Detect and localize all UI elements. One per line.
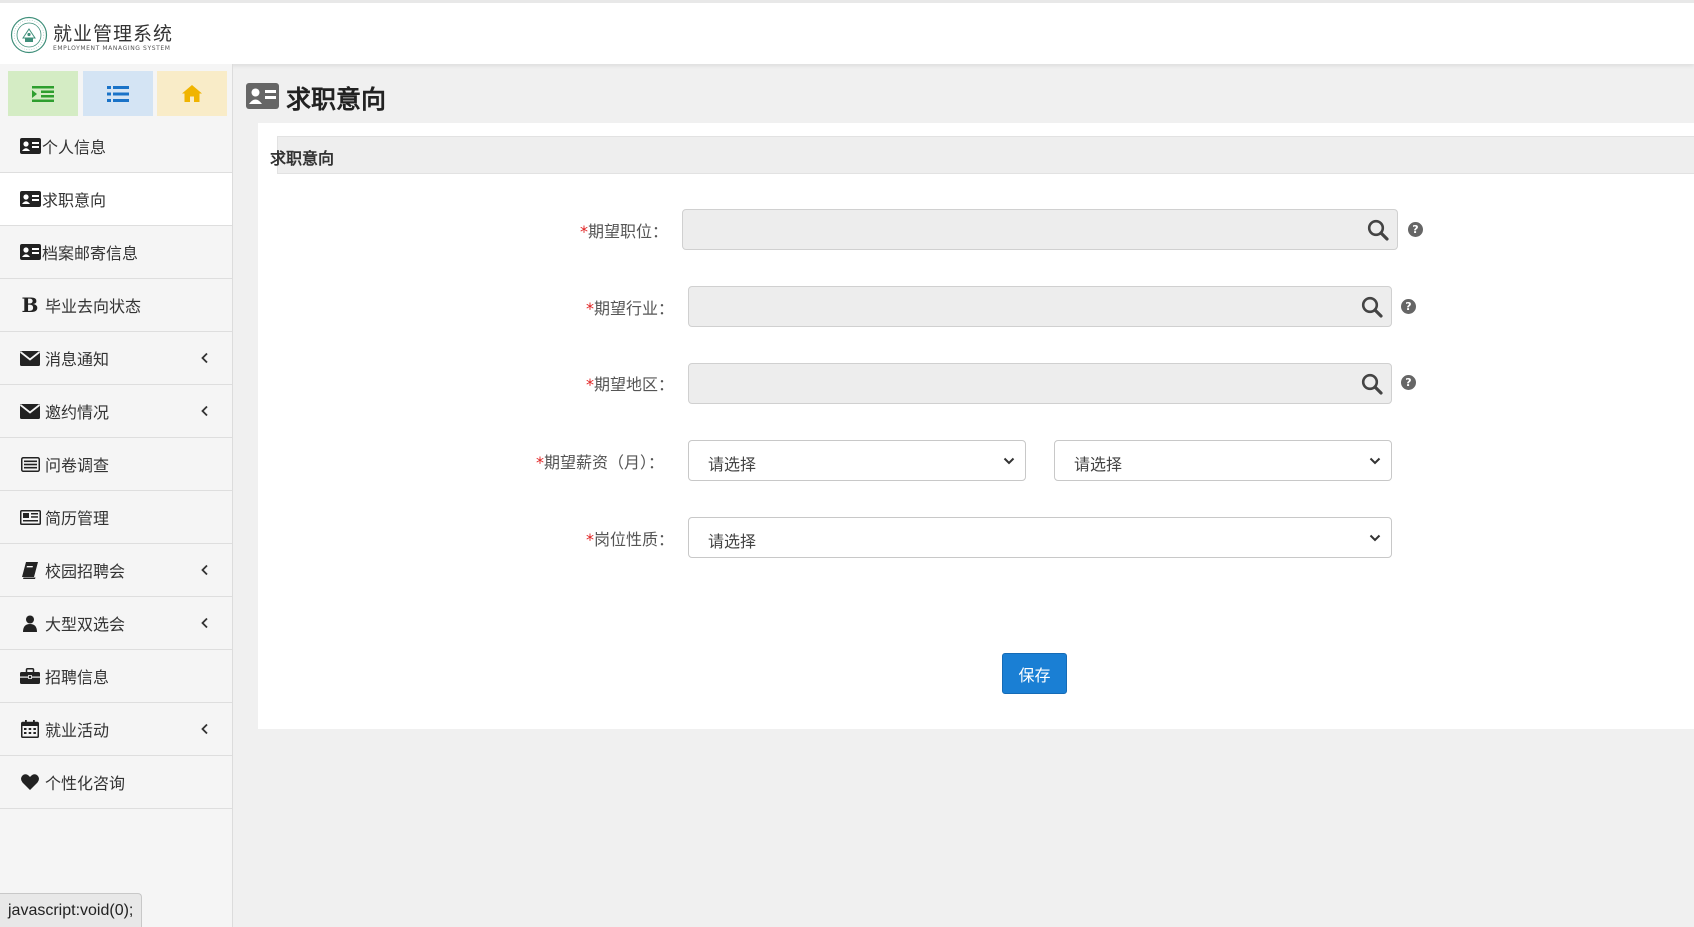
- question-circle-icon[interactable]: ?: [1408, 222, 1423, 237]
- position-field[interactable]: [682, 209, 1398, 250]
- search-icon[interactable]: [1361, 373, 1383, 395]
- briefcase-icon: [19, 667, 41, 685]
- sidebar-quick-buttons: [0, 64, 232, 120]
- salary-min-selected: 请选择: [708, 455, 757, 474]
- sidebar-item-archive-mailing[interactable]: 档案邮寄信息: [0, 226, 232, 279]
- industry-field[interactable]: [688, 286, 1392, 327]
- chevron-left-icon: [201, 564, 208, 576]
- sidebar-item-label: 档案邮寄信息: [42, 244, 139, 263]
- position-label: *期望职位：: [580, 222, 669, 241]
- salary-label: *期望薪资（月）：: [536, 453, 665, 472]
- search-icon[interactable]: [1361, 296, 1383, 318]
- sidebar-item-job-intention[interactable]: 求职意向: [0, 173, 232, 226]
- sidebar-item-label: 消息通知: [45, 350, 110, 369]
- sidebar-item-employment-activities[interactable]: 就业活动: [0, 703, 232, 756]
- salary-max-selected: 请选择: [1074, 455, 1123, 474]
- id-card-icon: [19, 137, 41, 155]
- chevron-down-icon: [1369, 534, 1381, 542]
- search-icon[interactable]: [1367, 219, 1389, 241]
- industry-label: *期望行业：: [586, 299, 675, 318]
- sidebar-item-label: 校园招聘会: [45, 562, 126, 581]
- job-nature-select[interactable]: 请选择: [688, 517, 1392, 558]
- region-field[interactable]: [688, 363, 1392, 404]
- salary-min-select[interactable]: 请选择: [688, 440, 1026, 481]
- app-subtitle: EMPLOYMENT MANAGING SYSTEM: [53, 45, 171, 52]
- indent-icon: [32, 85, 54, 102]
- chevron-down-icon: [1003, 457, 1015, 465]
- sidebar-item-personal-consulting[interactable]: 个性化咨询: [0, 756, 232, 809]
- home-icon: [182, 85, 202, 102]
- chevron-left-icon: [201, 405, 208, 417]
- heart-icon: [19, 773, 41, 791]
- envelope-icon: [19, 402, 41, 420]
- home-button[interactable]: [157, 71, 227, 116]
- list-button[interactable]: [83, 71, 153, 116]
- page-header: [246, 78, 279, 114]
- job-nature-selected: 请选择: [708, 532, 757, 551]
- bold-b-icon: B: [21, 293, 39, 317]
- sidebar-item-graduation-status[interactable]: B 毕业去向状态: [0, 279, 232, 332]
- sidebar-item-large-job-fair[interactable]: 大型双选会: [0, 597, 232, 650]
- question-circle-icon[interactable]: ?: [1401, 299, 1416, 314]
- chevron-left-icon: [201, 352, 208, 364]
- indent-button[interactable]: [8, 71, 78, 116]
- question-circle-icon[interactable]: ?: [1401, 375, 1416, 390]
- sidebar-item-label: 个人信息: [42, 138, 107, 157]
- chevron-left-icon: [201, 617, 208, 629]
- job-nature-label: *岗位性质：: [586, 530, 675, 549]
- sidebar-item-invitations[interactable]: 邀约情况: [0, 385, 232, 438]
- id-card-icon: [246, 83, 279, 109]
- book-icon: [19, 561, 41, 579]
- panel-heading: [277, 136, 1694, 174]
- sidebar-item-label: 就业活动: [45, 721, 110, 740]
- newspaper-icon: [19, 508, 41, 526]
- link-preview-tooltip: javascript:void(0);: [0, 893, 143, 927]
- list-alt-icon: [19, 455, 41, 473]
- top-header: 就业管理系统 EMPLOYMENT MANAGING SYSTEM: [0, 0, 1694, 64]
- save-button[interactable]: 保存: [1002, 653, 1067, 694]
- sidebar-item-label: 毕业去向状态: [45, 297, 142, 316]
- sidebar-item-label: 招聘信息: [45, 668, 110, 687]
- sidebar-item-notifications[interactable]: 消息通知: [0, 332, 232, 385]
- list-icon: [107, 85, 129, 102]
- sidebar-item-label: 求职意向: [42, 191, 107, 210]
- sidebar-item-label: 个性化咨询: [45, 774, 126, 793]
- panel-heading-title: 求职意向: [270, 149, 335, 168]
- chevron-left-icon: [201, 723, 208, 735]
- page-title: 求职意向: [286, 85, 387, 114]
- region-label: *期望地区：: [586, 375, 675, 394]
- sidebar-item-recruitment-info[interactable]: 招聘信息: [0, 650, 232, 703]
- user-icon: [19, 614, 41, 632]
- calendar-icon: [19, 720, 41, 738]
- sidebar-item-label: 大型双选会: [45, 615, 126, 634]
- sidebar: 个人信息 求职意向 档案邮寄信息 B 毕业去向状态 消息通知 邀约情况 问卷调查…: [0, 64, 233, 927]
- sidebar-item-campus-job-fair[interactable]: 校园招聘会: [0, 544, 232, 597]
- sidebar-item-label: 邀约情况: [45, 403, 110, 422]
- app-title: 就业管理系统: [53, 23, 174, 45]
- sidebar-item-label: 问卷调查: [45, 456, 110, 475]
- id-card-icon: [19, 190, 41, 208]
- envelope-icon: [19, 349, 41, 367]
- sidebar-item-survey[interactable]: 问卷调查: [0, 438, 232, 491]
- sidebar-item-label: 简历管理: [45, 509, 110, 528]
- salary-max-select[interactable]: 请选择: [1054, 440, 1392, 481]
- university-seal-icon: [10, 16, 48, 54]
- sidebar-item-personal-info[interactable]: 个人信息: [0, 120, 232, 173]
- id-card-icon: [19, 243, 41, 261]
- sidebar-item-resume[interactable]: 简历管理: [0, 491, 232, 544]
- chevron-down-icon: [1369, 457, 1381, 465]
